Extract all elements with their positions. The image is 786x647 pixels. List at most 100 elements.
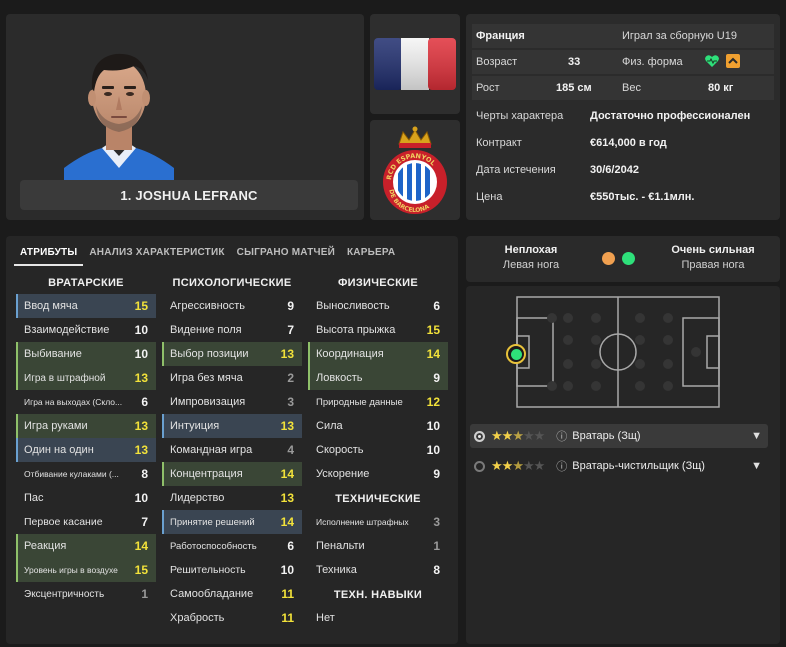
attr-row[interactable]: Сила 10 xyxy=(308,414,448,438)
attr-value: 14 xyxy=(280,515,294,529)
attr-row[interactable]: Игра на выходах (Скло... 6 xyxy=(16,390,156,414)
role-name: Вратарь (Зщ) xyxy=(572,430,641,442)
attr-row[interactable]: Высота прыжка 15 xyxy=(308,318,448,342)
goalkeeper-position-marker[interactable] xyxy=(506,344,526,364)
tab-attributes[interactable]: АТРИБУТЫ xyxy=(14,242,84,266)
attr-row[interactable]: Агрессивность 9 xyxy=(162,294,302,318)
attr-row[interactable]: Реакция 14 xyxy=(16,534,156,558)
height-label: Рост xyxy=(476,82,500,94)
attr-label: Уровень игры в воздухе xyxy=(24,565,118,575)
chevron-up-icon[interactable] xyxy=(726,54,740,68)
role-radio[interactable] xyxy=(474,460,485,472)
attr-row[interactable]: Один на один 13 xyxy=(16,438,156,462)
attr-row[interactable]: Игра руками 13 xyxy=(16,414,156,438)
attr-row[interactable]: Видение поля 7 xyxy=(162,318,302,342)
attr-row[interactable]: Выбор позиции 13 xyxy=(162,342,302,366)
attr-value: 10 xyxy=(134,323,148,337)
attr-value: 12 xyxy=(426,395,440,409)
chevron-down-icon[interactable]: ▼ xyxy=(751,430,762,442)
attr-row[interactable]: Ввод мяча 15 xyxy=(16,294,156,318)
attr-row[interactable]: Эксцентричность 1 xyxy=(16,582,156,606)
attr-value: 14 xyxy=(426,347,440,361)
attr-value: 11 xyxy=(281,611,294,625)
attr-row[interactable]: Координация 14 xyxy=(308,342,448,366)
attr-label: Храбрость xyxy=(170,612,225,624)
attr-row[interactable]: Выносливость 6 xyxy=(308,294,448,318)
age-value: 33 xyxy=(568,56,581,68)
attr-value: 10 xyxy=(134,491,148,505)
attr-label: Работоспособность xyxy=(170,540,257,552)
info-icon[interactable]: ⓘ xyxy=(556,458,567,474)
role-sweeper-keeper[interactable]: ★★★★★ ⓘ Вратарь-чистильщик (Зщ) ▼ xyxy=(470,454,768,478)
attr-row[interactable]: Выбивание 10 xyxy=(16,342,156,366)
attr-value: 6 xyxy=(141,395,148,409)
attr-label: Игра без мяча xyxy=(170,372,243,384)
france-flag-icon xyxy=(374,38,456,90)
attr-row[interactable]: Игра без мяча 2 xyxy=(162,366,302,390)
attr-row[interactable]: Пенальти 1 xyxy=(308,534,448,558)
attr-row[interactable]: Взаимодействие 10 xyxy=(16,318,156,342)
attr-row[interactable]: Игра в штрафной 13 xyxy=(16,366,156,390)
attr-row[interactable]: Отбивание кулаками (... 8 xyxy=(16,462,156,486)
attr-label: Игра руками xyxy=(24,420,88,432)
club-badge-card[interactable]: RCD ESPANYOL DE BARCELONA xyxy=(370,120,460,220)
attr-label: Скорость xyxy=(316,444,364,456)
attr-row[interactable]: Храбрость 11 xyxy=(162,606,302,630)
attr-row[interactable]: Командная игра 4 xyxy=(162,438,302,462)
tab-matches-played[interactable]: СЫГРАНО МАТЧЕЙ xyxy=(231,242,341,266)
attr-value: 13 xyxy=(280,347,294,361)
contract-value: €614,000 в год xyxy=(590,137,667,149)
attr-row[interactable]: Принятие решений 14 xyxy=(162,510,302,534)
attr-row[interactable]: Импровизация 3 xyxy=(162,390,302,414)
attr-row[interactable]: Самообладание 11 xyxy=(162,582,302,606)
attr-value: 7 xyxy=(141,515,148,529)
attr-value: 11 xyxy=(281,587,294,601)
attr-row[interactable]: Ускорение 9 xyxy=(308,462,448,486)
attr-value: 13 xyxy=(134,443,148,457)
attr-label: Решительность xyxy=(170,564,246,576)
physical-column: ФИЗИЧЕСКИЕ Выносливость 6 Высота прыжка 15… xyxy=(308,272,448,630)
attr-row[interactable]: Первое касание 7 xyxy=(16,510,156,534)
attr-label: Высота прыжка xyxy=(316,324,396,336)
attr-row[interactable]: Исполнение штрафных 3 xyxy=(308,510,448,534)
attr-label: Пенальти xyxy=(316,540,365,552)
player-photo xyxy=(64,28,174,190)
physical-heading: ФИЗИЧЕСКИЕ xyxy=(337,277,419,289)
attr-value: 3 xyxy=(433,515,440,529)
price-label: Цена xyxy=(476,191,503,203)
tab-career[interactable]: КАРЬЕРА xyxy=(341,242,401,266)
attr-row[interactable]: Концентрация 14 xyxy=(162,462,302,486)
player-name: 1. JOSHUA LEFRANC xyxy=(20,180,358,210)
attr-label: Импровизация xyxy=(170,396,246,408)
attr-row[interactable]: Интуиция 13 xyxy=(162,414,302,438)
attr-row[interactable]: Работоспособность 6 xyxy=(162,534,302,558)
attr-row[interactable]: Решительность 10 xyxy=(162,558,302,582)
tab-analysis[interactable]: АНАЛИЗ ХАРАКТЕРИСТИК xyxy=(83,242,230,266)
attr-row[interactable]: Ловкость 9 xyxy=(308,366,448,390)
nation-label[interactable]: Франция xyxy=(476,30,525,42)
attr-label: Эксцентричность xyxy=(24,588,105,600)
attr-label: Самообладание xyxy=(170,588,254,600)
attr-row[interactable]: Природные данные 12 xyxy=(308,390,448,414)
role-radio-selected[interactable] xyxy=(474,430,485,442)
role-name: Вратарь-чистильщик (Зщ) xyxy=(572,460,705,472)
attr-row[interactable]: Пас 10 xyxy=(16,486,156,510)
expiry-value: 30/6/2042 xyxy=(590,164,639,176)
info-icon[interactable]: ⓘ xyxy=(556,428,567,444)
nation-flag-card[interactable] xyxy=(370,14,460,114)
attr-label: Ускорение xyxy=(316,468,370,480)
attr-row[interactable]: Лидерство 13 xyxy=(162,486,302,510)
chevron-down-icon[interactable]: ▼ xyxy=(751,460,762,472)
attr-label: Игра в штрафной xyxy=(24,372,106,384)
attr-label: Координация xyxy=(316,348,384,360)
pitch-diagram xyxy=(516,296,720,408)
attr-row[interactable]: Скорость 10 xyxy=(308,438,448,462)
attr-value: 1 xyxy=(141,587,148,601)
left-foot-label: Левая нога xyxy=(502,259,560,271)
attr-row[interactable]: Техника 8 xyxy=(308,558,448,582)
info-row-contract: Контракт €614,000 в год xyxy=(472,130,774,156)
role-goalkeeper[interactable]: ★★★★★ ⓘ Вратарь (Зщ) ▼ xyxy=(470,424,768,448)
attr-row[interactable]: Уровень игры в воздухе 15 xyxy=(16,558,156,582)
attr-label: Агрессивность xyxy=(170,300,246,312)
right-foot-label: Правая нога xyxy=(681,259,745,271)
